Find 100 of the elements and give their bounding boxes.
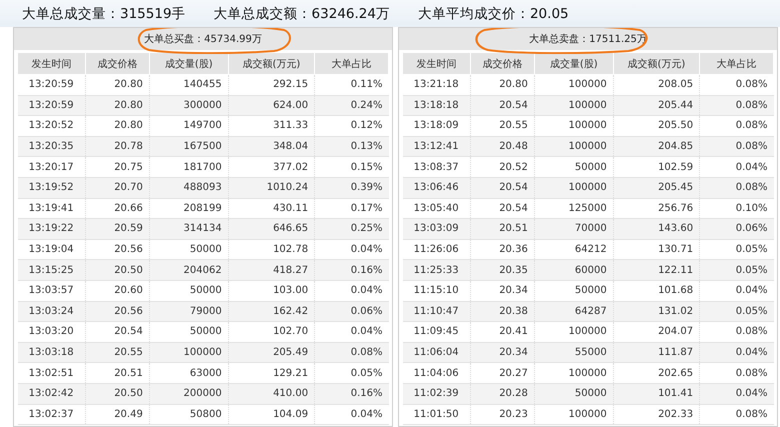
column-header: 成交额(万元) (228, 52, 315, 74)
table-cell: 55000 (534, 342, 614, 363)
table-cell: 0.08% (700, 404, 774, 425)
table-cell: 205.49 (228, 342, 315, 363)
table-cell: 0.16% (314, 260, 388, 280)
table-cell: 20.50 (85, 383, 150, 404)
table-cell: 418.27 (228, 260, 315, 280)
table-cell: 646.65 (228, 218, 315, 240)
table-cell: 20.59 (85, 218, 150, 240)
table-cell: 13:19:52 (18, 177, 86, 198)
table-cell: 0.24% (314, 95, 388, 116)
table-cell: 13:03:57 (18, 280, 86, 302)
table-cell: 13:18:09 (402, 116, 470, 136)
table-cell: 20.80 (85, 116, 150, 136)
table-cell: 11:01:50 (402, 404, 470, 425)
table-cell: 488093 (149, 177, 228, 198)
column-header: 大单占比 (700, 52, 774, 74)
table-cell: 0.11% (314, 74, 388, 96)
table-cell: 11:25:33 (402, 260, 470, 280)
table-cell: 0.04% (314, 280, 388, 302)
table-cell: 162.42 (228, 301, 315, 322)
table-cell: 13:20:52 (18, 116, 86, 136)
table-cell: 64287 (534, 301, 614, 322)
table-cell: 101.68 (613, 280, 700, 302)
table-cell: 0.08% (700, 322, 774, 342)
table-cell: 102.70 (228, 322, 315, 342)
table-cell: 140455 (149, 74, 228, 96)
table-cell: 0.05% (314, 362, 388, 384)
table-cell: 410.00 (228, 383, 315, 404)
table-cell: 103.00 (228, 280, 315, 302)
table-cell: 11:15:10 (402, 280, 470, 302)
table-cell: 13:02:51 (18, 362, 86, 384)
table-cell: 100000 (534, 404, 614, 425)
summary-stat: 大单总成交额：63246.24万 (214, 4, 390, 22)
table-cell: 20.51 (85, 362, 150, 384)
table-cell: 13:08:37 (402, 156, 470, 178)
table-cell: 0.25% (314, 218, 388, 240)
table-cell: 20.34 (470, 280, 534, 302)
table-cell: 13:06:46 (402, 177, 470, 198)
table-cell: 624.00 (228, 95, 315, 116)
column-header: 成交量(股) (149, 52, 228, 74)
table-cell: 11:04:06 (402, 362, 470, 384)
table-cell: 111.87 (613, 342, 700, 363)
column-header: 发生时间 (18, 52, 86, 74)
table-cell: 149700 (149, 116, 228, 136)
table-cell: 20.80 (85, 95, 150, 116)
panel-title: 大单总买盘：45734.99万 (144, 32, 262, 46)
table-cell: 50800 (149, 404, 228, 425)
table-cell: 0.06% (314, 301, 388, 322)
table-cell: 0.12% (314, 116, 388, 136)
table-cell: 0.15% (314, 156, 388, 178)
table-cell: 100000 (534, 116, 614, 136)
table-cell: 20.55 (85, 342, 150, 363)
table-cell: 204.07 (613, 322, 700, 342)
table-cell: 50000 (149, 322, 228, 342)
table-cell: 100000 (534, 177, 614, 198)
table-cell: 13:20:59 (18, 95, 86, 116)
table-cell: 20.80 (470, 74, 534, 96)
table-cell: 20.35 (470, 260, 534, 280)
table-cell: 129.21 (228, 362, 315, 384)
table-cell: 20.23 (470, 404, 534, 425)
table-cell: 0.04% (700, 342, 774, 363)
table-cell: 50000 (534, 383, 614, 404)
table-cell: 20.49 (85, 404, 150, 425)
table-cell: 20.54 (470, 177, 534, 198)
table-cell: 348.04 (228, 136, 315, 157)
table-cell: 200000 (149, 383, 228, 404)
table-cell: 13:19:22 (18, 218, 86, 240)
table-cell: 100000 (534, 95, 614, 116)
table-cell: 13:12:41 (402, 136, 470, 157)
column-header: 成交价格 (85, 52, 150, 74)
table-cell: 13:03:24 (18, 301, 86, 322)
table-cell: 20.50 (85, 260, 150, 280)
table-cell: 377.02 (228, 156, 315, 178)
table-cell: 11:10:47 (402, 301, 470, 322)
table-cell: 0.05% (700, 301, 774, 322)
table-cell: 300000 (149, 95, 228, 116)
table-cell: 314134 (149, 218, 228, 240)
table-cell: 0.08% (700, 74, 774, 96)
column-header: 成交量(股) (534, 52, 614, 74)
table-cell: 292.15 (228, 74, 315, 96)
table-cell: 143.60 (613, 218, 700, 240)
column-header: 成交额(万元) (613, 52, 700, 74)
table-cell: 131.02 (613, 301, 700, 322)
table-cell: 20.28 (470, 383, 534, 404)
table-cell: 0.04% (314, 322, 388, 342)
table-cell: 100000 (534, 74, 614, 96)
table-cell: 167500 (149, 136, 228, 157)
table-cell: 60000 (534, 260, 614, 280)
table-cell: 204.85 (613, 136, 700, 157)
table-cell: 0.08% (700, 116, 774, 136)
table-cell: 0.16% (314, 383, 388, 404)
table-cell: 205.50 (613, 116, 700, 136)
table-cell: 20.80 (85, 74, 150, 96)
table-cell: 20.54 (85, 322, 150, 342)
table-cell: 0.39% (314, 177, 388, 198)
column-header: 大单占比 (314, 52, 388, 74)
table-cell: 202.65 (613, 362, 700, 384)
table-cell: 63000 (149, 362, 228, 384)
table-cell: 0.04% (700, 383, 774, 404)
